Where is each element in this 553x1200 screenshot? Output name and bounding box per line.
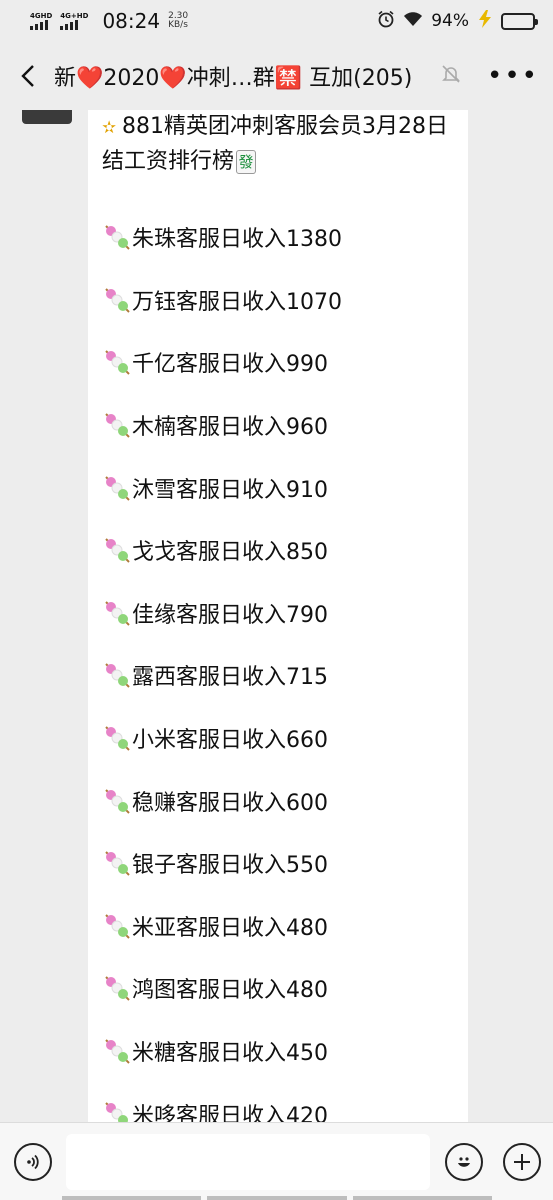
list-item: 鸿图客服日收入480 <box>102 957 454 1020</box>
list-item: 朱珠客服日收入1380 <box>102 206 454 269</box>
avatar[interactable] <box>22 110 72 124</box>
dango-icon <box>102 347 132 377</box>
dango-icon <box>102 848 132 878</box>
message-input[interactable] <box>66 1133 430 1190</box>
list-item: 米亚客服日收入480 <box>102 895 454 958</box>
list-item: 佳缘客服日收入790 <box>102 582 454 645</box>
status-bar: 4GHD 4G+HD 08:24 2.30 KB/s 94% <box>0 0 553 42</box>
chat-header: 新❤️2020❤️冲刺…群🈲 互加(205) ••• <box>0 42 553 110</box>
list-item: 戈戈客服日收入850 <box>102 519 454 582</box>
home-indicator <box>62 1196 492 1200</box>
ranking-list: 朱珠客服日收入1380 万钰客服日收入1070 千亿客服日收入990 木楠客服日收入9… <box>102 206 454 1122</box>
chat-title: 新❤️2020❤️冲刺…群🈲 互加(205) <box>54 66 413 91</box>
signal-1: 4GHD <box>30 12 52 30</box>
list-item: 沐雪客服日收入910 <box>102 456 454 519</box>
chevron-left-icon[interactable] <box>16 61 40 91</box>
list-item: 米糖客服日收入450 <box>102 1020 454 1083</box>
list-item-text: 银子客服日收入550 <box>132 853 328 879</box>
battery-icon <box>501 12 538 30</box>
list-item-text: 鸿图客服日收入480 <box>132 978 328 1004</box>
input-bar <box>0 1122 553 1200</box>
dango-icon <box>102 911 132 941</box>
signal-icon <box>30 20 48 30</box>
list-item-text: 小米客服日收入660 <box>132 728 328 754</box>
signal-icon <box>60 20 79 30</box>
dango-icon <box>102 1099 132 1122</box>
dango-icon <box>102 473 132 503</box>
dango-icon <box>102 1036 132 1066</box>
network-label-1: 4GHD <box>30 12 53 20</box>
list-item-text: 佳缘客服日收入790 <box>132 602 328 628</box>
list-item-text: 露西客服日收入715 <box>132 665 328 691</box>
list-item: 米哆客服日收入420 <box>102 1082 454 1122</box>
message-bubble[interactable]: ✫ 881精英团冲刺客服会员3月28日结工资排行榜發 朱珠客服日收入1380 万钰客… <box>88 110 468 1122</box>
list-item-text: 米哆客服日收入420 <box>132 1103 328 1122</box>
list-item-text: 米糖客服日收入450 <box>132 1041 328 1067</box>
more-icon[interactable]: ••• <box>487 63 539 89</box>
network-speed: 2.30 KB/s <box>168 12 188 30</box>
list-item-text: 稳赚客服日收入600 <box>132 790 328 816</box>
charging-icon <box>477 9 493 33</box>
dango-icon <box>102 660 132 690</box>
network-label-2: 4G+HD <box>60 12 89 20</box>
list-item-text: 千亿客服日收入990 <box>132 352 328 378</box>
bell-off-icon <box>441 64 461 88</box>
list-item-text: 沐雪客服日收入910 <box>132 477 328 503</box>
wifi-icon <box>403 11 423 32</box>
speed-unit: KB/s <box>168 20 188 30</box>
list-item-text: 戈戈客服日收入850 <box>132 540 328 566</box>
list-item-text: 木楠客服日收入960 <box>132 415 328 441</box>
list-item-text: 朱珠客服日收入1380 <box>132 227 342 253</box>
dango-icon <box>102 535 132 565</box>
headline-text: 881精英团冲刺客服会员3月28日结工资排行榜 <box>102 114 448 174</box>
mahjong-tile-icon: 發 <box>236 150 257 174</box>
chat-area[interactable]: ✫ 881精英团冲刺客服会员3月28日结工资排行榜發 朱珠客服日收入1380 万钰客… <box>0 110 553 1122</box>
dizzy-star-icon: ✫ <box>102 118 117 138</box>
list-item: 木楠客服日收入960 <box>102 394 454 457</box>
dango-icon <box>102 973 132 1003</box>
message-headline: ✫ 881精英团冲刺客服会员3月28日结工资排行榜發 <box>102 110 454 179</box>
signal-2: 4G+HD <box>60 12 88 30</box>
dango-icon <box>102 222 132 252</box>
list-item-text: 米亚客服日收入480 <box>132 915 328 941</box>
dango-icon <box>102 285 132 315</box>
list-item-text: 万钰客服日收入1070 <box>132 289 342 315</box>
clock: 08:24 <box>102 9 161 33</box>
alarm-icon <box>377 10 395 33</box>
plus-icon[interactable] <box>503 1142 541 1181</box>
dango-icon <box>102 598 132 628</box>
dango-icon <box>102 786 132 816</box>
list-item: 稳赚客服日收入600 <box>102 769 454 832</box>
battery-percent: 94% <box>431 11 469 31</box>
dango-icon <box>102 410 132 440</box>
list-item: 小米客服日收入660 <box>102 707 454 770</box>
dango-icon <box>102 723 132 753</box>
voice-icon[interactable] <box>14 1142 52 1181</box>
list-item: 千亿客服日收入990 <box>102 331 454 394</box>
list-item: 露西客服日收入715 <box>102 644 454 707</box>
list-item: 银子客服日收入550 <box>102 832 454 895</box>
emoji-icon[interactable] <box>445 1142 483 1181</box>
list-item: 万钰客服日收入1070 <box>102 269 454 332</box>
